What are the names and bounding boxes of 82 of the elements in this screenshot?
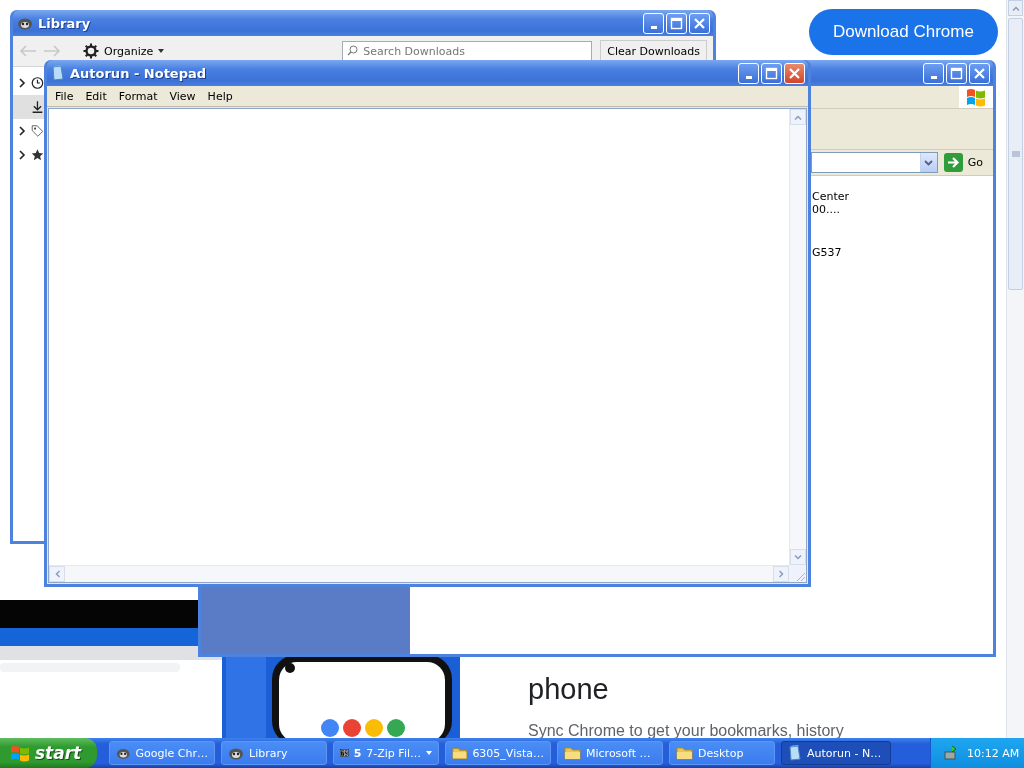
app-icon: [228, 746, 244, 760]
menu-item[interactable]: Format: [112, 87, 164, 105]
notepad-icon: [51, 65, 65, 81]
chevron-icon[interactable]: [19, 78, 26, 88]
minimize-icon: [930, 76, 937, 79]
app-icon: [17, 16, 33, 30]
maximize-icon: [765, 66, 778, 80]
content-text: 00....: [812, 203, 841, 216]
page-scrollbar[interactable]: [1006, 0, 1024, 738]
heading: phone: [528, 672, 610, 706]
maximize-icon: [950, 66, 963, 80]
minimize-button[interactable]: [923, 62, 944, 84]
arrow-right-icon: [43, 44, 61, 58]
arrow-up-icon: [1011, 5, 1020, 11]
clock-icon: [31, 75, 44, 91]
minimize-icon: [745, 76, 752, 79]
star-icon: [31, 147, 44, 163]
go-button[interactable]: Go: [943, 153, 983, 172]
grip-icon: [1011, 151, 1020, 157]
tag-icon: [31, 123, 44, 139]
folder-icon: [452, 746, 468, 760]
close-icon: [788, 66, 801, 80]
arrow-down-icon: [794, 554, 802, 560]
search-icon: [347, 45, 359, 56]
address-field[interactable]: [811, 152, 938, 173]
window-title: Autorun - Notepad: [70, 65, 207, 81]
arrow-left-icon: [54, 570, 60, 578]
caret-icon: [426, 751, 432, 755]
clock: 10:12 AM: [967, 746, 1020, 760]
taskbar-button[interactable]: Autorun - N…: [781, 741, 891, 765]
minimize-button[interactable]: [738, 62, 759, 84]
start-button[interactable]: start: [0, 738, 97, 768]
chevron-icon[interactable]: [19, 150, 26, 160]
chevron-down-icon: [924, 159, 934, 166]
maximize-button[interactable]: [946, 62, 967, 84]
download-icon: [31, 99, 44, 115]
app-icon: [116, 746, 131, 760]
window-title: Library: [38, 15, 91, 31]
menu-item[interactable]: File: [49, 87, 80, 105]
archive-icon: [340, 746, 349, 760]
taskbar-button[interactable]: Library: [221, 741, 327, 765]
taskbar-button[interactable]: Google Chr…: [109, 741, 215, 765]
arrow-right-icon: [943, 153, 963, 172]
folder-icon: [676, 746, 693, 760]
dropdown-button[interactable]: [919, 153, 937, 172]
gear-icon: [83, 43, 99, 59]
close-button[interactable]: [784, 62, 805, 84]
menu-item[interactable]: Edit: [79, 87, 113, 105]
maximize-button[interactable]: [666, 12, 687, 34]
close-button[interactable]: [969, 62, 990, 84]
clear-downloads-button[interactable]: Clear Downloads: [600, 40, 707, 62]
minimize-icon: [650, 26, 657, 29]
close-icon: [973, 66, 986, 80]
flag-icon: [965, 87, 987, 107]
close-icon: [693, 16, 706, 30]
arrow-right-icon: [778, 570, 784, 578]
folder-icon: [564, 746, 581, 760]
close-button[interactable]: [689, 12, 710, 34]
taskbar-button[interactable]: 6305_Vista…: [445, 741, 551, 765]
organize-button[interactable]: Organize: [77, 42, 171, 60]
download-button[interactable]: Download Chrome: [809, 9, 998, 55]
scroll-thumb[interactable]: [1008, 18, 1023, 290]
search-field[interactable]: Search Downloads: [342, 41, 593, 61]
sidebar-item[interactable]: [13, 95, 44, 119]
menu-item[interactable]: View: [163, 87, 202, 105]
network-icon[interactable]: [943, 745, 959, 761]
content-text: Center: [812, 190, 850, 203]
taskbar-button[interactable]: 5 7-Zip Fil…: [333, 741, 439, 765]
menu-item[interactable]: Help: [201, 87, 239, 105]
arrow-left-icon: [19, 44, 37, 58]
taskbar-button[interactable]: Desktop: [669, 741, 775, 765]
taskbar-button[interactable]: Microsoft …: [557, 741, 663, 765]
minimize-button[interactable]: [643, 12, 664, 34]
page-icon: [788, 745, 802, 761]
arrow-up-icon: [794, 114, 802, 120]
maximize-icon: [670, 16, 683, 30]
caret-icon: [158, 49, 165, 53]
content-text: G537: [812, 246, 843, 259]
chevron-icon[interactable]: [19, 126, 26, 136]
size-grip-icon[interactable]: [794, 570, 806, 582]
flag-icon: [10, 744, 30, 762]
maximize-button[interactable]: [761, 62, 782, 84]
